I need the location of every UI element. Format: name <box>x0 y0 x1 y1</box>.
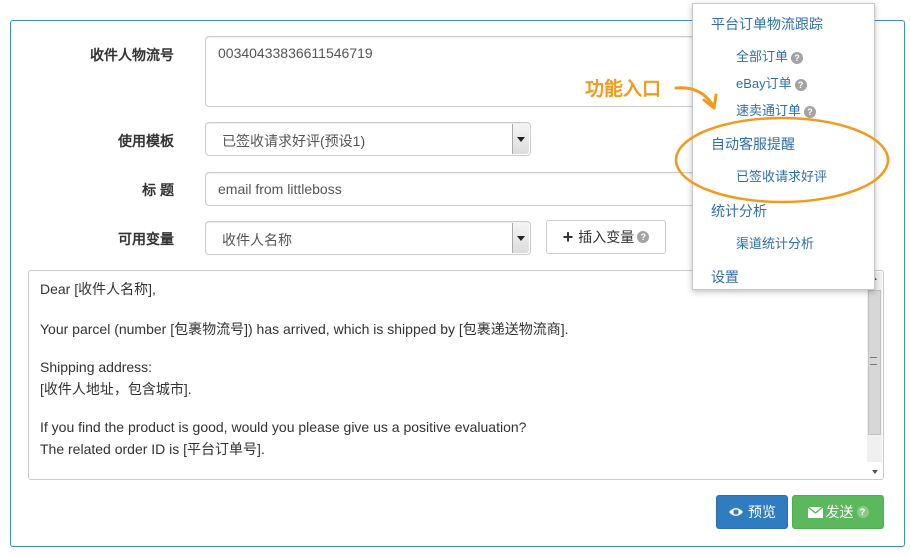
menu-item-aliexpress-orders[interactable]: 速卖通订单? <box>736 100 817 119</box>
body-line: Your parcel (number [包裹物流号]) has arrived… <box>40 321 569 337</box>
body-line: If you find the product is good, would y… <box>40 419 527 435</box>
envelope-icon <box>807 506 823 518</box>
tracking-number-value: 00340433836611546719 <box>218 45 373 61</box>
template-select-value: 已签收请求好评(预设1) <box>222 133 366 149</box>
body-line: Dear [收件人名称], <box>40 281 156 297</box>
scroll-grip-icon <box>870 357 877 365</box>
menu-item-order-tracking[interactable]: 平台订单物流跟踪 <box>711 14 823 34</box>
title-label: 标 题 <box>142 182 174 198</box>
send-label: 发送 <box>825 504 854 520</box>
menu-item-settings[interactable]: 设置 <box>711 267 739 287</box>
scroll-down-icon[interactable] <box>872 470 878 474</box>
feature-menu: 平台订单物流跟踪 全部订单? eBay订单? 速卖通订单? 自动客服提醒 已签收… <box>692 3 875 290</box>
menu-item-label: 全部订单 <box>736 49 789 64</box>
preview-button[interactable]: 预览 <box>716 495 788 529</box>
preview-label: 预览 <box>748 504 776 520</box>
tracking-number-label: 收件人物流号 <box>90 47 174 63</box>
help-icon[interactable]: ? <box>856 506 869 518</box>
title-input[interactable]: email from littleboss <box>205 172 715 206</box>
menu-item-ebay-orders[interactable]: eBay订单? <box>736 73 807 92</box>
plus-icon: + <box>562 227 574 247</box>
send-button[interactable]: 发送 ? <box>792 495 884 529</box>
annotation-label: 功能入口 <box>585 79 662 100</box>
insert-variable-label: 插入变量 <box>578 229 635 245</box>
help-icon[interactable]: ? <box>794 78 807 91</box>
body-line: Shipping address: <box>40 359 153 375</box>
body-line: The related order ID is [平台订单号]. <box>40 441 265 457</box>
chevron-down-icon[interactable] <box>512 124 529 154</box>
template-label: 使用模板 <box>118 133 174 149</box>
help-icon[interactable]: ? <box>637 231 650 243</box>
menu-item-label: eBay订单 <box>736 76 792 91</box>
vertical-scrollbar[interactable] <box>867 272 882 462</box>
insert-variable-button[interactable]: + 插入变量 ? <box>546 220 666 254</box>
body-line: [收件人地址，包含城市]. <box>40 381 192 397</box>
menu-item-auto-reminder[interactable]: 自动客服提醒 <box>711 134 795 154</box>
email-body-textarea[interactable]: Dear [收件人名称], Your parcel (number [包裹物流号… <box>28 270 884 480</box>
title-input-value: email from littleboss <box>218 181 342 197</box>
chevron-down-icon[interactable] <box>512 223 529 253</box>
variables-select[interactable]: 收件人名称 <box>205 221 531 255</box>
menu-item-request-review[interactable]: 已签收请求好评 <box>736 166 827 185</box>
variables-label: 可用变量 <box>118 231 174 247</box>
menu-item-statistics[interactable]: 统计分析 <box>711 201 767 221</box>
template-select[interactable]: 已签收请求好评(预设1) <box>205 122 531 156</box>
eye-icon <box>729 508 743 516</box>
help-icon[interactable]: ? <box>804 105 817 118</box>
menu-item-channel-statistics[interactable]: 渠道统计分析 <box>736 233 814 252</box>
variables-select-value: 收件人名称 <box>222 232 292 248</box>
menu-item-label: 速卖通订单 <box>736 103 802 118</box>
help-icon[interactable]: ? <box>791 51 804 64</box>
menu-item-all-orders[interactable]: 全部订单? <box>736 46 804 65</box>
